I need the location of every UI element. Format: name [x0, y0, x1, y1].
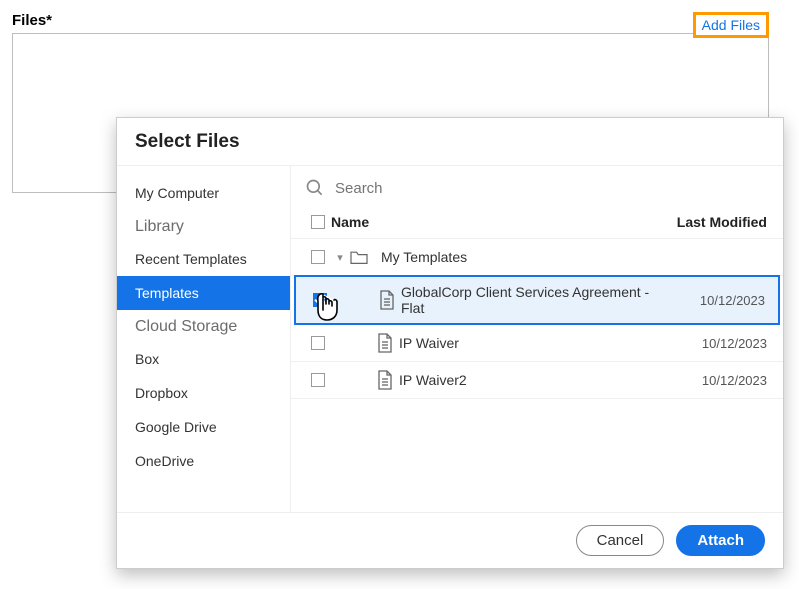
sidebar-item-onedrive[interactable]: OneDrive [117, 444, 290, 478]
sidebar-heading-library: Library [117, 210, 290, 242]
files-field-label: Files* [12, 12, 769, 29]
chevron-down-icon[interactable]: ▾ [331, 251, 349, 264]
column-header-modified[interactable]: Last Modified [657, 214, 767, 230]
sidebar-item-dropbox[interactable]: Dropbox [117, 376, 290, 410]
search-input[interactable] [335, 180, 767, 197]
sidebar-item-my-computer[interactable]: My Computer [117, 176, 290, 210]
source-sidebar: My Computer Library Recent Templates Tem… [117, 166, 291, 512]
file-row[interactable]: GlobalCorp Client Services Agreement - F… [294, 275, 780, 325]
folder-name: My Templates [381, 249, 767, 265]
modal-title: Select Files [117, 118, 783, 165]
file-modified: 10/12/2023 [655, 293, 765, 308]
folder-checkbox[interactable] [311, 250, 325, 264]
column-header-name[interactable]: Name [331, 214, 657, 230]
file-name: GlobalCorp Client Services Agreement - F… [401, 284, 655, 316]
sidebar-item-box[interactable]: Box [117, 342, 290, 376]
file-row[interactable]: IP Waiver 10/12/2023 [291, 325, 783, 362]
select-files-modal: Select Files My Computer Library Recent … [116, 117, 784, 569]
file-name: IP Waiver2 [399, 372, 657, 388]
file-checkbox[interactable] [311, 373, 325, 387]
search-icon [305, 178, 325, 198]
sidebar-heading-cloud-storage: Cloud Storage [117, 310, 290, 342]
folder-row[interactable]: ▾ My Templates [291, 239, 783, 276]
add-files-button[interactable]: Add Files [693, 12, 769, 38]
select-all-checkbox[interactable] [311, 215, 325, 229]
folder-icon [349, 249, 381, 265]
file-checkbox[interactable] [313, 293, 327, 307]
sidebar-item-templates[interactable]: Templates [117, 276, 290, 310]
file-modified: 10/12/2023 [657, 373, 767, 388]
sidebar-item-google-drive[interactable]: Google Drive [117, 410, 290, 444]
document-icon [371, 333, 399, 353]
file-modified: 10/12/2023 [657, 336, 767, 351]
file-checkbox[interactable] [311, 336, 325, 350]
file-row[interactable]: IP Waiver2 10/12/2023 [291, 362, 783, 399]
cancel-button[interactable]: Cancel [576, 525, 665, 556]
file-name: IP Waiver [399, 335, 657, 351]
attach-button[interactable]: Attach [676, 525, 765, 556]
document-icon [371, 370, 399, 390]
document-icon [373, 290, 401, 310]
sidebar-item-recent-templates[interactable]: Recent Templates [117, 242, 290, 276]
